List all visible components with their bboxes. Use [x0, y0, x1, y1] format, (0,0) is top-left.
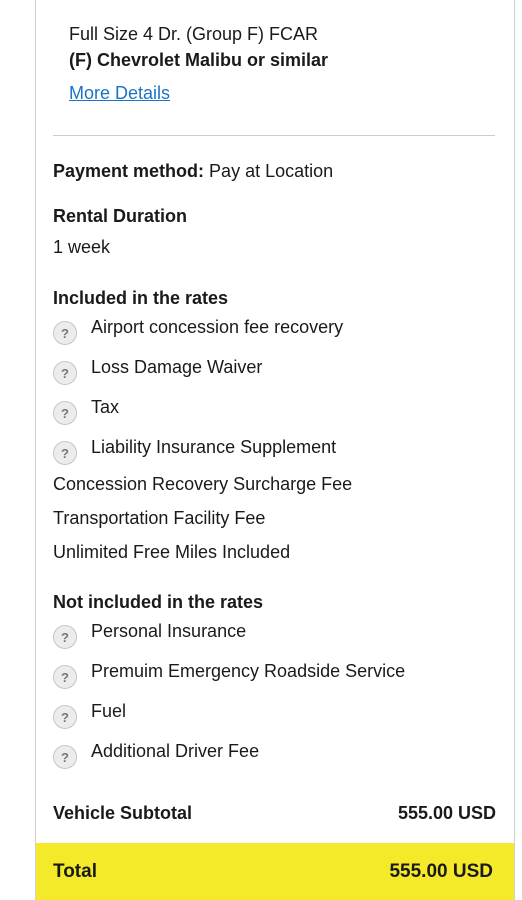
rental-summary-card: Full Size 4 Dr. (Group F) FCAR (F) Chevr…: [35, 0, 515, 900]
not-included-item: ? Premuim Emergency Roadside Service: [53, 655, 498, 695]
included-item-label: Airport concession fee recovery: [91, 317, 344, 337]
total-value: 555.00 USD: [389, 860, 493, 882]
not-included-item: ? Personal Insurance: [53, 615, 498, 655]
vehicle-subtotal-row: Vehicle Subtotal 555.00 USD: [53, 803, 496, 824]
not-included-item-label: Fuel: [91, 701, 127, 721]
question-icon[interactable]: ?: [53, 361, 77, 385]
not-included-list: ? Personal Insurance ? Premuim Emergency…: [53, 615, 498, 775]
question-icon[interactable]: ?: [53, 321, 77, 345]
included-plain-item: Concession Recovery Surcharge Fee: [53, 474, 353, 494]
not-included-item: ? Additional Driver Fee: [53, 735, 498, 775]
included-plain-item: Transportation Facility Fee: [53, 508, 266, 528]
rate-details: Payment method: Pay at Location Rental D…: [53, 158, 498, 775]
rental-duration-value: 1 week: [53, 237, 111, 257]
included-item-label: Liability Insurance Supplement: [91, 437, 337, 457]
included-item: ? Airport concession fee recovery: [53, 311, 498, 351]
rental-duration-title: Rental Duration: [53, 206, 188, 226]
total-bar: Total 555.00 USD: [36, 843, 514, 900]
included-item-label: Tax: [91, 397, 120, 417]
included-title: Included in the rates: [53, 288, 229, 308]
included-list: ? Airport concession fee recovery ? Loss…: [53, 311, 498, 471]
question-icon[interactable]: ?: [53, 745, 77, 769]
more-details-link[interactable]: More Details: [69, 83, 170, 104]
subtotal-value: 555.00 USD: [397, 803, 496, 823]
total-label: Total: [53, 860, 97, 882]
payment-method-label: Payment method:: [53, 161, 205, 181]
vehicle-info: Full Size 4 Dr. (Group F) FCAR (F) Chevr…: [69, 21, 509, 104]
divider: [53, 135, 495, 136]
included-item: ? Loss Damage Waiver: [53, 351, 498, 391]
subtotal-label: Vehicle Subtotal: [53, 803, 193, 823]
payment-method-value: Pay at Location: [209, 161, 334, 181]
included-item: ? Liability Insurance Supplement: [53, 431, 498, 471]
not-included-item: ? Fuel: [53, 695, 498, 735]
question-icon[interactable]: ?: [53, 625, 77, 649]
vehicle-class: Full Size 4 Dr. (Group F) FCAR: [69, 24, 319, 44]
not-included-item-label: Additional Driver Fee: [91, 741, 260, 761]
not-included-title: Not included in the rates: [53, 592, 264, 612]
included-plain-item: Unlimited Free Miles Included: [53, 542, 291, 562]
payment-method: Payment method: Pay at Location: [53, 158, 498, 184]
question-icon[interactable]: ?: [53, 705, 77, 729]
question-icon[interactable]: ?: [53, 665, 77, 689]
vehicle-model: (F) Chevrolet Malibu or similar: [69, 50, 329, 70]
not-included-item-label: Personal Insurance: [91, 621, 247, 641]
not-included-item-label: Premuim Emergency Roadside Service: [91, 661, 406, 681]
question-icon[interactable]: ?: [53, 401, 77, 425]
included-item: ? Tax: [53, 391, 498, 431]
question-icon[interactable]: ?: [53, 441, 77, 465]
included-item-label: Loss Damage Waiver: [91, 357, 263, 377]
